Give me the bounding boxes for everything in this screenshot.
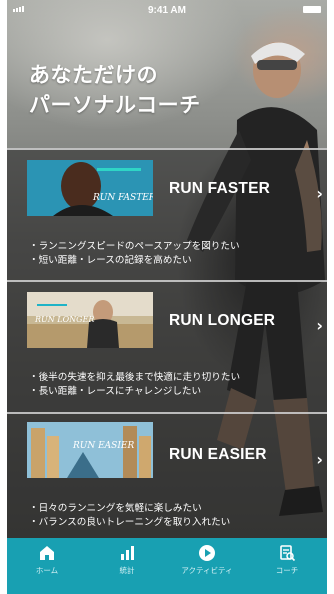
plan-thumbnail: RUN LONGER: [27, 292, 153, 348]
app-screen: 9:41 AM あなただけの パーソナルコーチ RUN FASTER RUN F…: [7, 0, 327, 594]
status-time: 9:41 AM: [148, 5, 186, 16]
plan-desc-line: ・短い距離・レースの記録を高めたい: [29, 255, 192, 266]
thumb-text: RUN EASIER: [72, 441, 134, 451]
thumb-text: RUN FASTER: [92, 193, 153, 203]
coach-icon: [280, 545, 296, 562]
battery-icon: [303, 6, 321, 13]
plan-desc-line: ・後半の失速を抑え最後まで快適に走り切りたい: [29, 372, 241, 383]
tab-stats[interactable]: 統計: [87, 538, 167, 594]
plan-description: ・後半の失速を抑え最後まで快適に走り切りたい ・長い距離・レースにチャレンジした…: [29, 371, 240, 399]
chevron-right-icon[interactable]: ›: [316, 450, 323, 469]
home-icon: [40, 546, 54, 560]
status-bar: 9:41 AM: [7, 0, 327, 20]
chevron-right-icon[interactable]: ›: [316, 184, 323, 203]
plan-name: RUN EASIER: [169, 446, 267, 463]
divider: [7, 148, 327, 150]
plan-card-run-longer[interactable]: RUN LONGER RUN LONGER › ・後半の失速を抑え最後まで快適に…: [7, 280, 327, 412]
tab-home[interactable]: ホーム: [7, 538, 87, 594]
bar-chart-icon: [121, 546, 134, 560]
tab-bar: ホーム 統計 アクティビティ コーチ: [7, 538, 327, 594]
plan-name: RUN FASTER: [169, 180, 271, 197]
plan-description: ・日々のランニングを気軽に楽しみたい ・バランスの良いトレーニングを取り入れたい: [29, 502, 230, 530]
chevron-right-icon[interactable]: ›: [316, 316, 323, 335]
plan-desc-line: ・長い距離・レースにチャレンジしたい: [29, 386, 202, 397]
tab-label: コーチ: [275, 566, 299, 575]
hero-title-line1: あなただけの: [29, 63, 158, 87]
tab-label: アクティビティ: [181, 566, 233, 575]
plan-desc-line: ・日々のランニングを気軽に楽しみたい: [29, 503, 202, 514]
plan-card-run-faster[interactable]: RUN FASTER RUN FASTER › ・ランニングスピードのペースアッ…: [7, 148, 327, 280]
plan-thumbnail: RUN EASIER: [27, 422, 153, 478]
thumb-text: RUN LONGER: [34, 315, 94, 324]
plan-thumbnail: RUN FASTER: [27, 160, 153, 216]
tab-label: 統計: [119, 566, 135, 575]
tab-label: ホーム: [35, 566, 59, 575]
plan-desc-line: ・バランスの良いトレーニングを取り入れたい: [29, 517, 231, 528]
tab-activity[interactable]: アクティビティ: [167, 538, 247, 594]
play-circle-icon: [199, 545, 215, 561]
plan-list: RUN FASTER RUN FASTER › ・ランニングスピードのペースアッ…: [7, 148, 327, 538]
plan-description: ・ランニングスピードのペースアップを図りたい ・短い距離・レースの記録を高めたい: [29, 240, 240, 268]
plan-desc-line: ・ランニングスピードのペースアップを図りたい: [29, 241, 240, 252]
divider: [7, 280, 327, 282]
tab-coach[interactable]: コーチ: [247, 538, 327, 594]
hero-title-line2: パーソナルコーチ: [29, 93, 201, 117]
divider: [7, 412, 327, 414]
plan-card-run-easier[interactable]: RUN EASIER RUN EASIER › ・日々のランニングを気軽に楽しみ…: [7, 412, 327, 538]
hero-title: あなただけの パーソナルコーチ: [29, 60, 201, 120]
plan-name: RUN LONGER: [169, 312, 276, 329]
